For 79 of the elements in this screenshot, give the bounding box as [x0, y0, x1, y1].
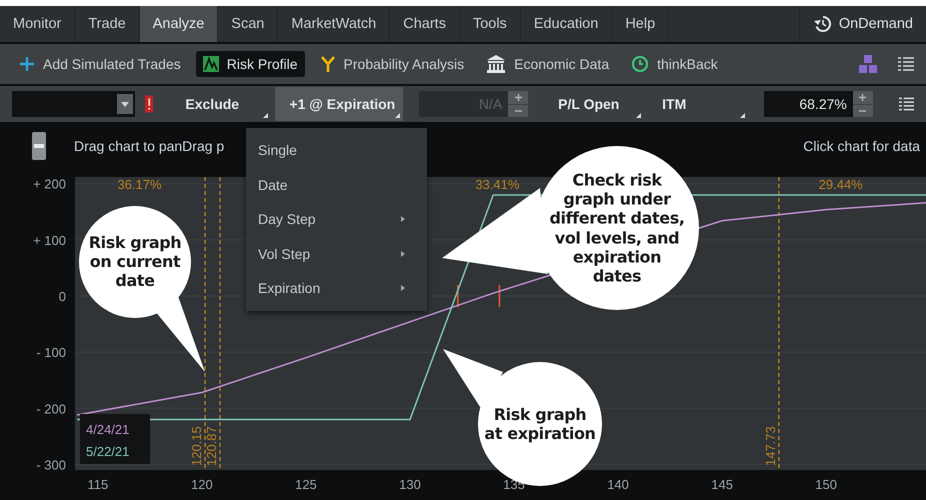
clock-icon — [631, 55, 650, 73]
toolbar-button[interactable]: Probability Analysis — [312, 50, 472, 78]
chart-hint: Drag chart to panDrag p — [74, 138, 224, 154]
y-tick-label: + 100 — [33, 232, 66, 248]
probability-label: 36.17% — [117, 177, 162, 192]
nav-tab[interactable]: Charts — [390, 6, 460, 42]
price-label: 120.15 — [189, 426, 204, 466]
x-tick-label: 145 — [711, 477, 733, 492]
y-tick-label: - 300 — [36, 457, 66, 472]
list-icon[interactable] — [898, 97, 914, 111]
nav-tab[interactable]: Help — [612, 6, 670, 42]
dropdown-button[interactable] — [116, 94, 133, 114]
corner-icon — [263, 113, 268, 118]
menu-item[interactable]: Vol Step — [246, 236, 427, 271]
nav-tab[interactable]: Scan — [218, 6, 278, 42]
price-label: 147.73 — [762, 426, 778, 466]
slider-icon[interactable] — [32, 132, 46, 160]
legend-label: 4/24/21 — [86, 422, 130, 437]
corner-icon — [395, 113, 400, 118]
building-icon — [486, 55, 506, 73]
plus-icon — [19, 56, 35, 72]
probability-label: 29.44% — [818, 177, 863, 192]
y-tick-label: + 200 — [33, 176, 66, 192]
menu-item[interactable]: Single — [246, 133, 427, 168]
legend-background — [80, 414, 150, 464]
caret-icon — [120, 102, 129, 106]
y-tick-label: 0 — [58, 289, 66, 304]
price-label: 120.87 — [204, 426, 220, 466]
x-tick-label: 125 — [295, 477, 317, 492]
menu-item[interactable]: Day Step — [246, 202, 427, 236]
alert-icon — [144, 95, 154, 113]
trade-marker — [457, 285, 459, 307]
number-field[interactable]: 68.27% — [764, 91, 853, 117]
dropdown[interactable]: +1 @ Expiration — [275, 87, 404, 121]
blocks-icon[interactable] — [858, 54, 878, 74]
minus-icon — [859, 110, 866, 112]
callout-text: Risk graph on current date — [88, 233, 182, 291]
nav-tab[interactable]: Analyze — [140, 6, 218, 42]
ondemand-button[interactable]: OnDemand — [798, 6, 926, 42]
x-tick-label: 150 — [815, 477, 837, 492]
chart-icon — [202, 56, 219, 72]
nav-tab[interactable]: Education — [520, 6, 612, 42]
legend-label: 5/22/21 — [86, 444, 130, 459]
x-tick-label: 120 — [191, 477, 213, 492]
dropdown[interactable]: ITM — [648, 87, 748, 121]
menu-item[interactable]: Expiration — [246, 271, 427, 306]
history-icon — [812, 15, 833, 33]
trade-marker — [498, 285, 500, 307]
y-tick-label: - 100 — [36, 345, 66, 360]
chart-hint: Click chart for data — [803, 138, 920, 154]
menu-item[interactable]: Date — [246, 168, 427, 202]
increment-button[interactable] — [852, 91, 873, 104]
corner-icon — [740, 113, 746, 118]
fork-icon — [320, 55, 336, 73]
y-tick-label: - 200 — [36, 401, 66, 416]
x-tick-label: 115 — [88, 477, 108, 492]
corner-icon — [636, 113, 642, 118]
nav-tab[interactable]: Monitor — [0, 6, 76, 42]
toolbar-button[interactable]: Add Simulated Trades — [12, 51, 188, 77]
decrement-button[interactable] — [852, 104, 873, 117]
nav-tab[interactable]: Tools — [460, 6, 521, 42]
dropdown[interactable]: P/L Open — [544, 87, 644, 121]
plus-icon — [859, 94, 866, 101]
toolbar-button[interactable]: thinkBack — [624, 50, 725, 78]
x-tick-label: 130 — [399, 477, 421, 492]
dropdown[interactable]: Exclude — [171, 87, 272, 121]
list-icon[interactable] — [898, 57, 914, 71]
toolbar-button[interactable]: Economic Data — [479, 50, 616, 78]
probability-label: 33.41% — [475, 177, 520, 192]
plus-icon — [514, 94, 522, 101]
x-tick-label: 140 — [607, 477, 629, 492]
callout-text: Risk graph at expiration — [484, 404, 596, 444]
toolbar-button[interactable]: Risk Profile — [196, 51, 305, 77]
nav-tab[interactable]: MarketWatch — [278, 6, 390, 42]
symbol-field[interactable] — [12, 91, 135, 117]
increment-button[interactable] — [508, 91, 528, 104]
decrement-button[interactable] — [508, 104, 528, 117]
minus-icon — [514, 110, 522, 112]
callout-text: Check risk graph under different dates, vol levels, and expiration dates — [548, 170, 686, 286]
